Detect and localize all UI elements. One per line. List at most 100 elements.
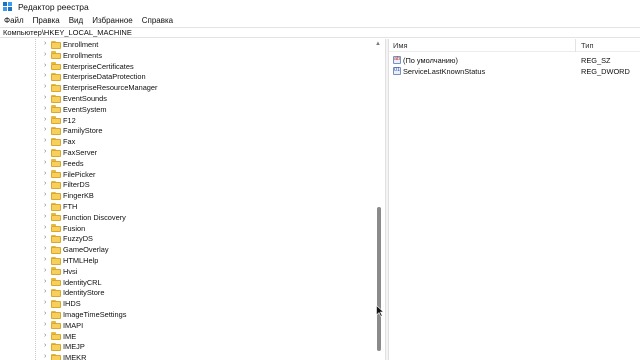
tree-item[interactable]: › EnterpriseCertificates <box>0 61 372 72</box>
tree-item[interactable]: › ImageTimeSettings <box>0 309 372 320</box>
value-row[interactable]: (По умолчанию) REG_SZ <box>389 55 640 66</box>
chevron-right-icon[interactable]: › <box>44 267 50 274</box>
value-type: REG_DWORD <box>581 67 630 76</box>
scroll-up-arrow-icon[interactable]: ▲ <box>375 41 381 47</box>
value-type: REG_SZ <box>581 56 611 65</box>
folder-icon <box>51 342 61 351</box>
values-pane: Имя Тип (По умолчанию) REG_SZ ServiceLas… <box>389 39 640 360</box>
chevron-right-icon[interactable]: › <box>44 288 50 295</box>
chevron-right-icon[interactable]: › <box>44 116 50 123</box>
tree-item[interactable]: › EnterpriseDataProtection <box>0 71 372 82</box>
chevron-right-icon[interactable]: › <box>44 40 50 47</box>
chevron-right-icon[interactable]: › <box>44 310 50 317</box>
tree-item[interactable]: › IMAPI <box>0 320 372 331</box>
chevron-right-icon[interactable]: › <box>44 213 50 220</box>
tree-item-label: FilePicker <box>63 169 96 179</box>
folder-icon <box>51 278 61 287</box>
chevron-right-icon[interactable]: › <box>44 299 50 306</box>
folder-icon <box>51 202 61 211</box>
tree-item-label: IHDS <box>63 299 81 309</box>
chevron-right-icon[interactable]: › <box>44 105 50 112</box>
folder-icon <box>51 40 61 49</box>
scroll-thumb[interactable] <box>376 207 381 351</box>
menu-file[interactable]: Файл <box>4 16 24 25</box>
tree-item[interactable]: › FaxServer <box>0 147 372 158</box>
chevron-right-icon[interactable]: › <box>44 94 50 101</box>
chevron-right-icon[interactable]: › <box>44 180 50 187</box>
tree-item[interactable]: › FuzzyDS <box>0 233 372 244</box>
tree-item[interactable]: › FamilyStore <box>0 125 372 136</box>
folder-icon <box>51 310 61 319</box>
tree-item-label: IMEKR <box>63 353 87 360</box>
tree-item[interactable]: › EventSystem <box>0 104 372 115</box>
menu-edit[interactable]: Правка <box>33 16 60 25</box>
chevron-right-icon[interactable]: › <box>44 353 50 360</box>
tree-item[interactable]: › Function Discovery <box>0 212 372 223</box>
chevron-right-icon[interactable]: › <box>44 342 50 349</box>
column-separator[interactable] <box>575 39 576 52</box>
tree-item[interactable]: › F12 <box>0 115 372 126</box>
chevron-right-icon[interactable]: › <box>44 332 50 339</box>
folder-icon <box>51 299 61 308</box>
tree-item[interactable]: › Enrollment <box>0 39 372 50</box>
chevron-right-icon[interactable]: › <box>44 72 50 79</box>
tree-item[interactable]: › FTH <box>0 201 372 212</box>
chevron-right-icon[interactable]: › <box>44 256 50 263</box>
tree-item[interactable]: › HTMLHelp <box>0 255 372 266</box>
tree-item[interactable]: › IdentityStore <box>0 287 372 298</box>
tree-item[interactable]: › FilterDS <box>0 179 372 190</box>
menu-help[interactable]: Справка <box>142 16 173 25</box>
chevron-right-icon[interactable]: › <box>44 159 50 166</box>
chevron-right-icon[interactable]: › <box>44 234 50 241</box>
folder-icon <box>51 137 61 146</box>
tree-item-label: IMEJP <box>63 342 85 352</box>
tree-item[interactable]: › Fusion <box>0 223 372 234</box>
chevron-right-icon[interactable]: › <box>44 148 50 155</box>
chevron-right-icon[interactable]: › <box>44 170 50 177</box>
tree-item[interactable]: › Feeds <box>0 158 372 169</box>
menu-view[interactable]: Вид <box>69 16 83 25</box>
tree-item[interactable]: › IME <box>0 331 372 342</box>
tree-item[interactable]: › IMEJP <box>0 341 372 352</box>
folder-icon <box>51 159 61 168</box>
folder-icon <box>51 94 61 103</box>
chevron-right-icon[interactable]: › <box>44 126 50 133</box>
address-path: Компьютер\HKEY_LOCAL_MACHINE <box>3 28 132 37</box>
tree-item[interactable]: › EventSounds <box>0 93 372 104</box>
tree-item[interactable]: › IHDS <box>0 298 372 309</box>
tree-item[interactable]: › Enrollments <box>0 50 372 61</box>
folder-icon <box>51 353 61 360</box>
tree-item-label: IdentityStore <box>63 288 105 298</box>
tree-item-label: IdentityCRL <box>63 277 102 287</box>
chevron-right-icon[interactable]: › <box>44 321 50 328</box>
address-bar[interactable]: Компьютер\HKEY_LOCAL_MACHINE <box>0 27 640 38</box>
tree-item-label: Feeds <box>63 158 84 168</box>
menu-favorites[interactable]: Избранное <box>92 16 133 25</box>
chevron-right-icon[interactable]: › <box>44 278 50 285</box>
tree-item[interactable]: › Fax <box>0 136 372 147</box>
values-header: Имя Тип <box>389 39 640 52</box>
column-header-type[interactable]: Тип <box>581 41 594 50</box>
chevron-right-icon[interactable]: › <box>44 224 50 231</box>
tree-item-label: Function Discovery <box>63 212 126 222</box>
value-row[interactable]: ServiceLastKnownStatus REG_DWORD <box>389 66 640 77</box>
tree-item[interactable]: › Hvsi <box>0 266 372 277</box>
chevron-right-icon[interactable]: › <box>44 51 50 58</box>
tree-item[interactable]: › IdentityCRL <box>0 277 372 288</box>
tree-item-label: Hvsi <box>63 266 78 276</box>
chevron-right-icon[interactable]: › <box>44 137 50 144</box>
tree-item[interactable]: › EnterpriseResourceManager <box>0 82 372 93</box>
folder-icon <box>51 191 61 200</box>
chevron-right-icon[interactable]: › <box>44 245 50 252</box>
tree-item[interactable]: › GameOverlay <box>0 244 372 255</box>
value-name: (По умолчанию) <box>403 56 458 65</box>
tree-item[interactable]: › FilePicker <box>0 169 372 180</box>
chevron-right-icon[interactable]: › <box>44 191 50 198</box>
tree-item[interactable]: › FingerKB <box>0 190 372 201</box>
chevron-right-icon[interactable]: › <box>44 62 50 69</box>
folder-icon <box>51 224 61 233</box>
tree-item[interactable]: › IMEKR <box>0 352 372 360</box>
column-header-name[interactable]: Имя <box>393 41 408 50</box>
chevron-right-icon[interactable]: › <box>44 202 50 209</box>
chevron-right-icon[interactable]: › <box>44 83 50 90</box>
